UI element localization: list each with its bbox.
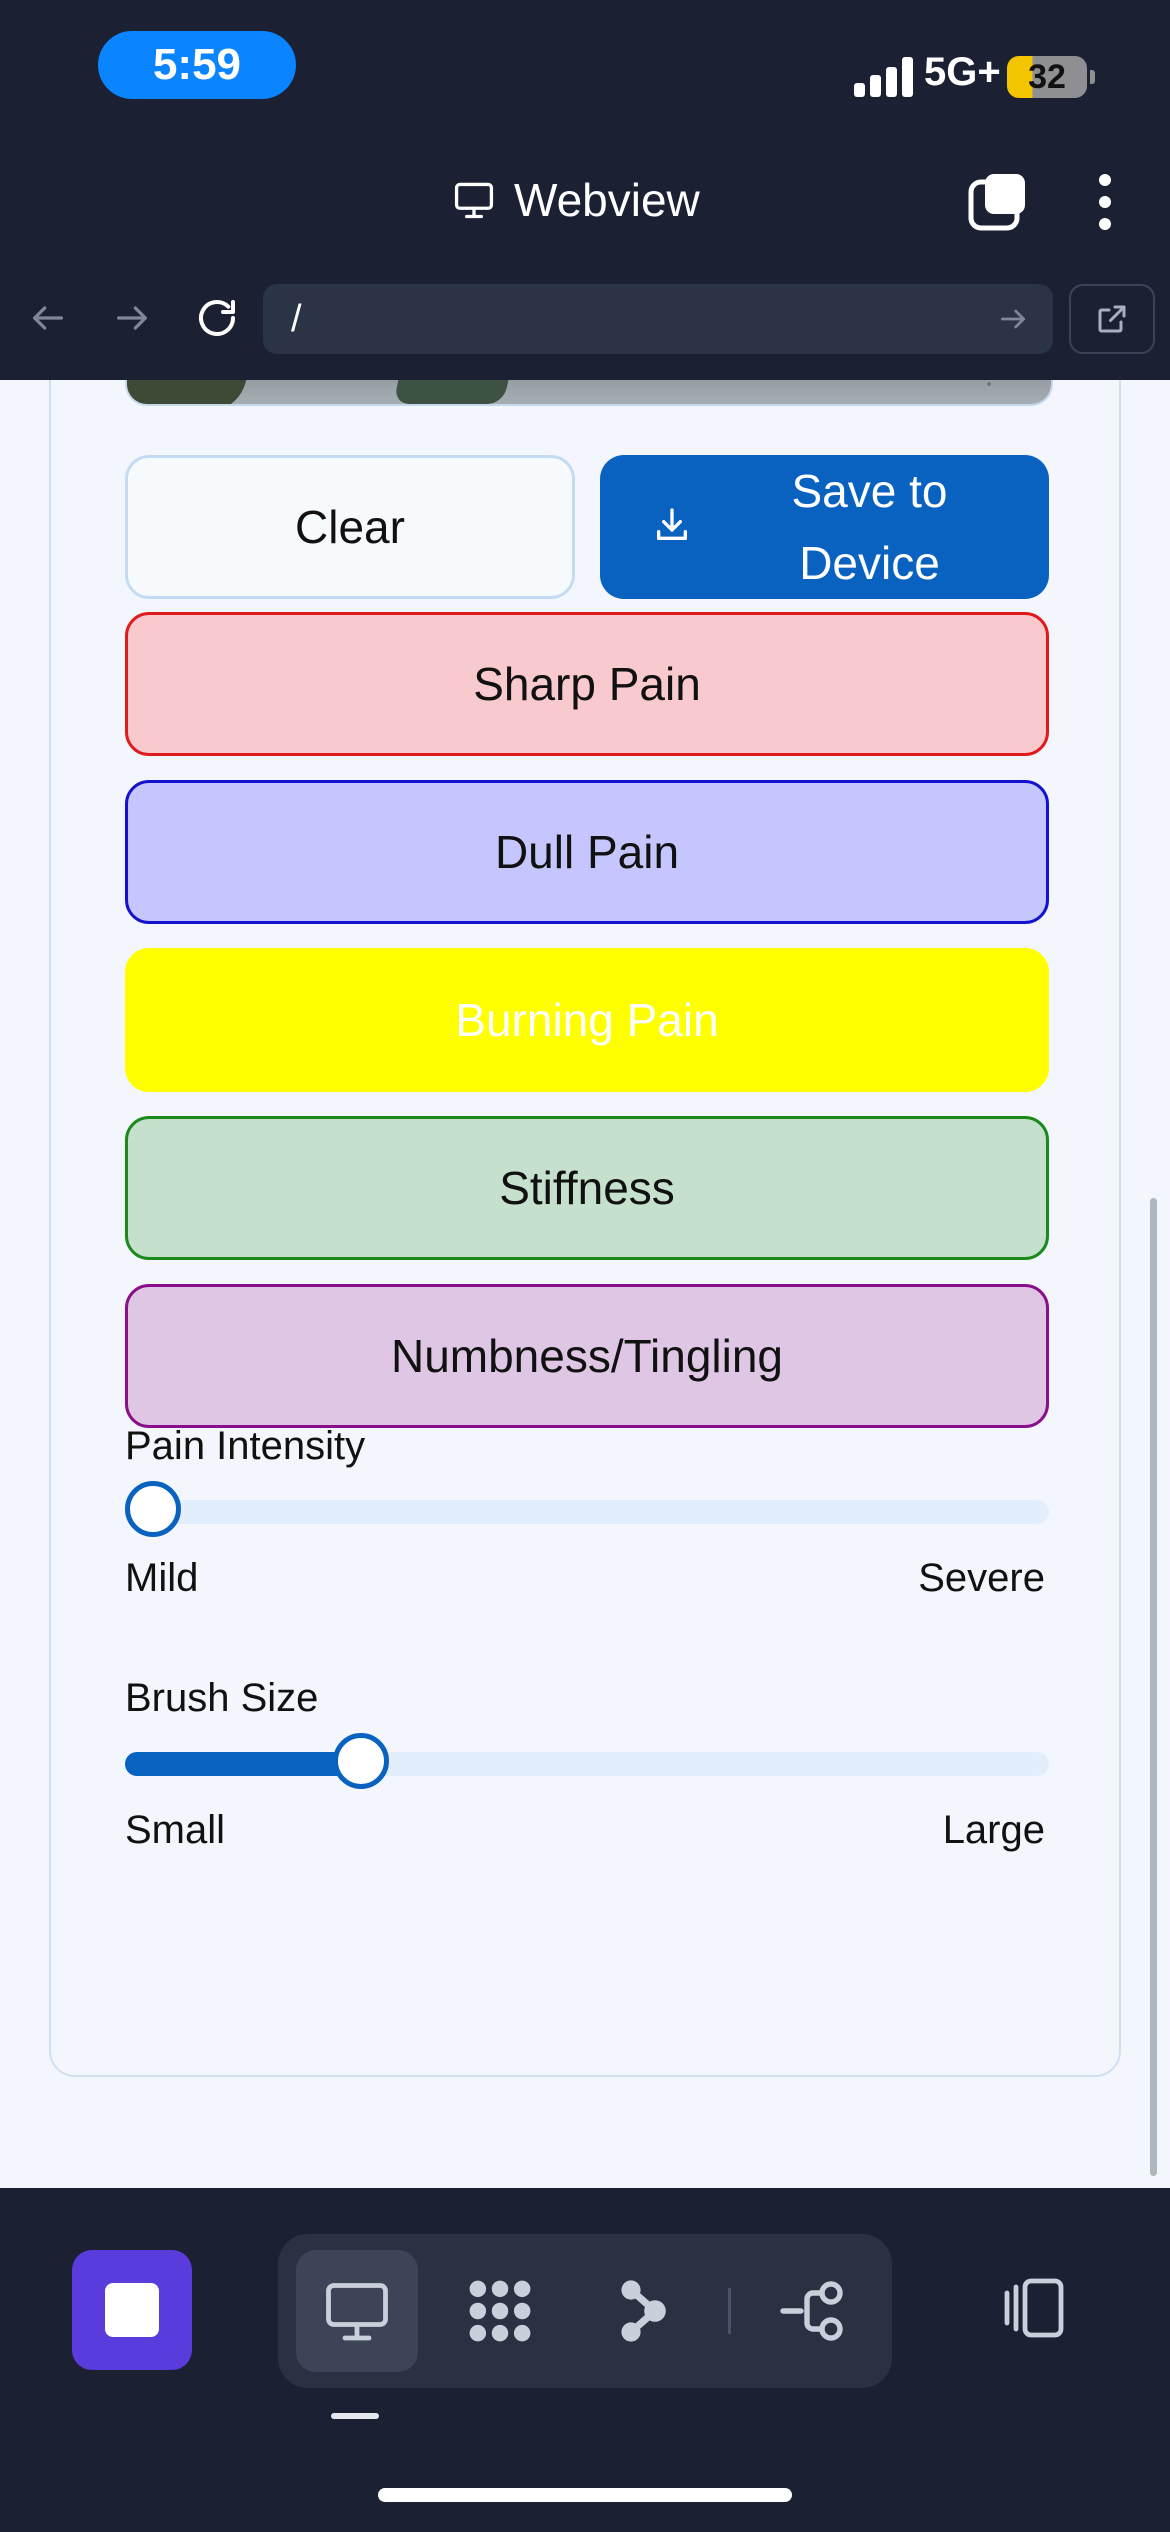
forward-button[interactable] — [104, 290, 160, 346]
brush-size-label: Brush Size — [125, 1676, 319, 1720]
pain-map-card: Clear Save to Device Sharp Pain Dull Pai… — [49, 380, 1121, 2077]
tabs-icon — [968, 174, 1025, 231]
go-arrow-icon — [1001, 309, 1025, 329]
bottom-dock — [0, 2188, 1170, 2532]
view-switcher — [278, 2234, 892, 2388]
reload-icon — [199, 299, 235, 336]
back-button[interactable] — [20, 290, 76, 346]
url-text: / — [291, 297, 302, 340]
view-graph-tab[interactable] — [582, 2250, 704, 2372]
flow-icon — [780, 2281, 843, 2341]
photo-texture — [987, 382, 991, 386]
header-title-group: Webview — [452, 173, 700, 227]
pain-intensity-max-label: Severe — [918, 1556, 1045, 1600]
brush-size-thumb[interactable] — [333, 1733, 390, 1789]
network-label: 5G+ — [924, 50, 1001, 94]
photo-leg-left — [127, 380, 247, 404]
more-menu-button[interactable] — [1085, 170, 1125, 234]
monitor-icon — [326, 2283, 388, 2341]
view-flow-tab[interactable] — [752, 2250, 874, 2372]
webview-content[interactable]: Clear Save to Device Sharp Pain Dull Pai… — [0, 380, 1170, 2188]
pain-intensity-min-label: Mild — [125, 1556, 199, 1600]
url-input[interactable]: / — [263, 284, 1053, 354]
home-indicator[interactable] — [378, 2488, 792, 2502]
pain-type-sharp-button[interactable]: Sharp Pain — [125, 612, 1049, 756]
save-button-label: Save to Device — [791, 465, 948, 589]
pain-type-numbness-button[interactable]: Numbness/Tingling — [125, 1284, 1049, 1428]
brush-size-fill — [125, 1752, 362, 1776]
signal-icon — [854, 57, 916, 97]
clear-button[interactable]: Clear — [125, 455, 575, 599]
arrow-right-icon — [117, 306, 147, 330]
active-tab-indicator — [331, 2413, 379, 2419]
view-grid-tab[interactable] — [439, 2250, 561, 2372]
brush-size-min-label: Small — [125, 1808, 226, 1852]
open-external-button[interactable] — [1069, 284, 1155, 354]
switcher-divider — [728, 2288, 731, 2334]
page-scrollbar[interactable] — [1150, 1198, 1157, 2176]
reload-button[interactable] — [189, 290, 245, 346]
body-photo-canvas[interactable] — [125, 380, 1053, 406]
pain-type-stiffness-button[interactable]: Stiffness — [125, 1116, 1049, 1260]
external-link-icon — [1098, 305, 1126, 333]
pain-intensity-slider[interactable] — [125, 1481, 1049, 1537]
photo-leg-right — [393, 380, 521, 404]
save-to-device-button[interactable]: Save to Device — [600, 455, 1049, 599]
app-header: Webview — [0, 140, 1170, 260]
side-panel-button[interactable] — [998, 2272, 1070, 2344]
pain-type-dull-button[interactable]: Dull Pain — [125, 780, 1049, 924]
status-bar: 5:59 5G+ 32 — [0, 0, 1170, 140]
app-icon — [105, 2283, 159, 2337]
page-title: Webview — [514, 174, 700, 226]
browser-toolbar: / — [0, 258, 1170, 380]
view-webview-tab[interactable] — [296, 2250, 418, 2372]
grid-dots-icon — [469, 2280, 531, 2342]
brush-size-max-label: Large — [942, 1808, 1045, 1852]
pain-type-burning-button[interactable]: Burning Pain — [125, 948, 1049, 1092]
download-icon — [657, 508, 687, 540]
arrow-left-icon — [33, 306, 63, 330]
tabs-button[interactable] — [965, 170, 1029, 234]
more-vertical-icon — [1099, 174, 1111, 230]
go-button[interactable] — [983, 289, 1043, 349]
pain-intensity-label: Pain Intensity — [125, 1424, 366, 1468]
pain-intensity-thumb[interactable] — [125, 1481, 181, 1537]
battery-tip — [1090, 70, 1095, 84]
app-button[interactable] — [72, 2250, 192, 2370]
node-graph-icon — [621, 2280, 666, 2342]
battery-indicator: 32 — [1007, 56, 1087, 98]
brush-size-slider[interactable] — [125, 1733, 1049, 1789]
status-time: 5:59 — [98, 31, 296, 99]
side-panel-icon — [1004, 2278, 1064, 2338]
monitor-icon — [454, 182, 494, 219]
